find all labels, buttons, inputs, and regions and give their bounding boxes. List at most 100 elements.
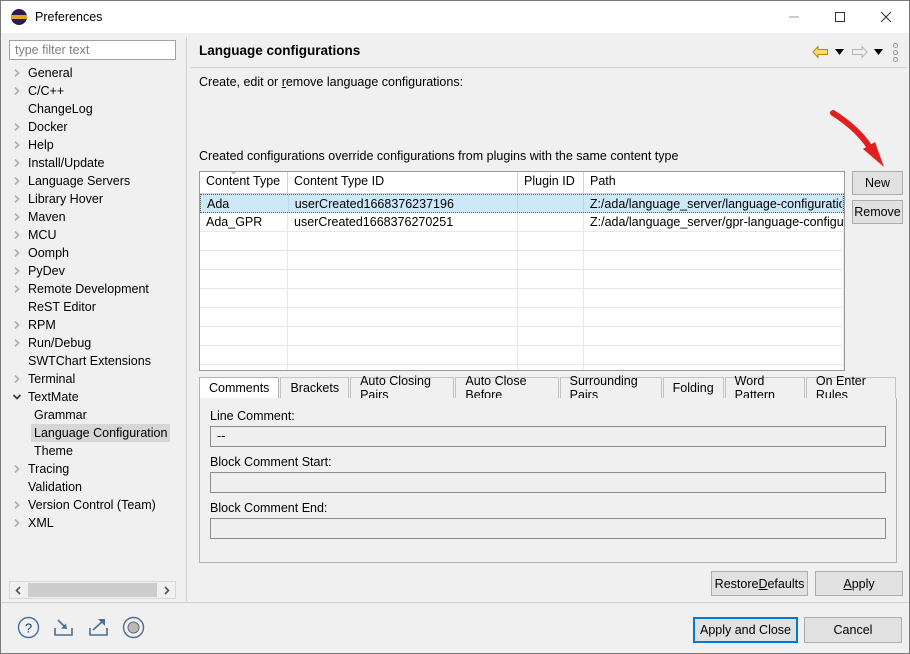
sidebar-item-terminal[interactable]: Terminal [9,370,176,388]
sidebar-item-label: XML [28,516,54,530]
chevron-right-icon[interactable] [158,582,175,598]
scrollbar-thumb[interactable] [28,583,157,597]
back-arrow-icon[interactable] [809,42,831,62]
line-comment-input[interactable]: -- [210,426,886,447]
sidebar-item-version-control-team[interactable]: Version Control (Team) [9,496,176,514]
chevron-right-icon[interactable] [9,154,25,172]
chevron-right-icon[interactable] [9,172,25,190]
chevron-right-icon[interactable] [9,244,25,262]
table-header: Content Type Content Type ID Plugin ID Path [200,172,844,194]
sidebar-item-grammar[interactable]: Grammar [9,406,176,424]
restore-defaults-button[interactable]: Restore Defaults [711,571,808,596]
cancel-button[interactable]: Cancel [804,617,902,643]
back-dropdown-icon[interactable] [833,42,846,62]
tab-auto-close-before[interactable]: Auto Close Before [455,374,559,402]
chevron-right-icon[interactable] [9,370,25,388]
column-header-content-type-id[interactable]: Content Type ID [288,172,518,193]
table-row-empty[interactable] [200,365,844,370]
maximize-icon[interactable] [817,1,863,33]
chevron-right-icon[interactable] [9,496,25,514]
import-icon[interactable] [50,614,77,641]
sidebar-item-install-update[interactable]: Install/Update [9,154,176,172]
tab-on-enter-rules[interactable]: On Enter Rules [805,374,896,402]
chevron-right-icon[interactable] [9,262,25,280]
chevron-right-icon[interactable] [9,460,25,478]
tab-comments[interactable]: Comments [199,377,280,399]
tab-folding[interactable]: Folding [662,377,724,398]
sidebar-item-rpm[interactable]: RPM [9,316,176,334]
chevron-right-icon[interactable] [9,190,25,208]
block-comment-end-input[interactable] [210,518,886,539]
sidebar-item-changelog[interactable]: ChangeLog [9,100,176,118]
chevron-down-icon[interactable] [9,388,25,406]
close-icon[interactable] [863,1,909,33]
tab-auto-closing-pairs[interactable]: Auto Closing Pairs [350,374,455,402]
sidebar-item-docker[interactable]: Docker [9,118,176,136]
sidebar-item-xml[interactable]: XML [9,514,176,532]
filter-input[interactable]: type filter text [9,40,176,60]
table-row[interactable]: Ada userCreated1668376237196 Z:/ada/langua… [200,194,844,213]
sidebar-item-help[interactable]: Help [9,136,176,154]
sidebar-item-theme[interactable]: Theme [9,442,176,460]
column-header-path[interactable]: Path [584,172,844,193]
sidebar-item-library-hover[interactable]: Library Hover [9,190,176,208]
chevron-right-icon[interactable] [9,64,25,82]
sidebar-item-pydev[interactable]: PyDev [9,262,176,280]
tab-surrounding-pairs[interactable]: Surrounding Pairs [559,374,662,402]
tab-brackets[interactable]: Brackets [280,377,350,398]
sidebar-item-oomph[interactable]: Oomph [9,244,176,262]
sidebar-item-run-debug[interactable]: Run/Debug [9,334,176,352]
sidebar-item-rest-editor[interactable]: ReST Editor [9,298,176,316]
chevron-right-icon[interactable] [9,136,25,154]
apply-button[interactable]: Apply [815,571,903,596]
forward-dropdown-icon[interactable] [872,42,885,62]
sidebar-item-mcu[interactable]: MCU [9,226,176,244]
sidebar-item-remote-development[interactable]: Remote Development [9,280,176,298]
help-icon[interactable]: ? [15,614,42,641]
sidebar-item-maven[interactable]: Maven [9,208,176,226]
table-row-empty[interactable] [200,270,844,289]
remove-button[interactable]: Remove [852,200,903,224]
table-row-empty[interactable] [200,308,844,327]
table-row-empty[interactable] [200,232,844,251]
chevron-right-icon[interactable] [9,316,25,334]
chevron-left-icon[interactable] [10,582,27,598]
sidebar-item-validation[interactable]: Validation [9,478,176,496]
table-row-empty[interactable] [200,251,844,270]
sidebar-item-language-configuration[interactable]: Language Configuration [9,424,176,442]
chevron-right-icon[interactable] [9,514,25,532]
sidebar-item-tracing[interactable]: Tracing [9,460,176,478]
minimize-icon[interactable] [771,1,817,33]
kebab-menu-icon[interactable] [887,41,903,63]
tab-word-pattern[interactable]: Word Pattern [724,374,805,402]
sidebar-item-c-c[interactable]: C/C++ [9,82,176,100]
new-button[interactable]: New [852,171,903,195]
sidebar-horizontal-scrollbar[interactable] [9,581,176,599]
sidebar-item-swtchart-extensions[interactable]: SWTChart Extensions [9,352,176,370]
chevron-right-icon[interactable] [9,208,25,226]
preferences-tree[interactable]: General C/C++ ChangeLog Docker Help Install/U… [9,64,176,577]
column-header-content-type[interactable]: Content Type [200,172,288,193]
column-header-plugin-id[interactable]: Plugin ID [518,172,584,193]
sidebar-item-general[interactable]: General [9,64,176,82]
chevron-right-icon[interactable] [9,82,25,100]
language-configurations-table[interactable]: Content Type Content Type ID Plugin ID Path… [199,171,845,371]
oomph-recorder-icon[interactable] [120,614,147,641]
table-row-empty[interactable] [200,327,844,346]
export-icon[interactable] [85,614,112,641]
table-row[interactable]: Ada_GPR userCreated1668376270251 Z:/ada/la… [200,213,844,232]
apply-and-close-button[interactable]: Apply and Close [693,617,798,643]
table-cell: Ada [201,195,289,212]
chevron-right-icon[interactable] [9,118,25,136]
forward-arrow-icon [848,42,870,62]
table-row-empty[interactable] [200,346,844,365]
sidebar-item-textmate[interactable]: TextMate [9,388,176,406]
chevron-right-icon[interactable] [9,226,25,244]
column-header-label: Content Type [206,174,281,188]
chevron-right-icon[interactable] [9,280,25,298]
chevron-right-icon[interactable] [9,334,25,352]
table-row-empty[interactable] [200,289,844,308]
sidebar-item-language-servers[interactable]: Language Servers [9,172,176,190]
config-tabs[interactable]: Comments Brackets Auto Closing Pairs Auto C… [199,374,897,402]
block-comment-start-input[interactable] [210,472,886,493]
